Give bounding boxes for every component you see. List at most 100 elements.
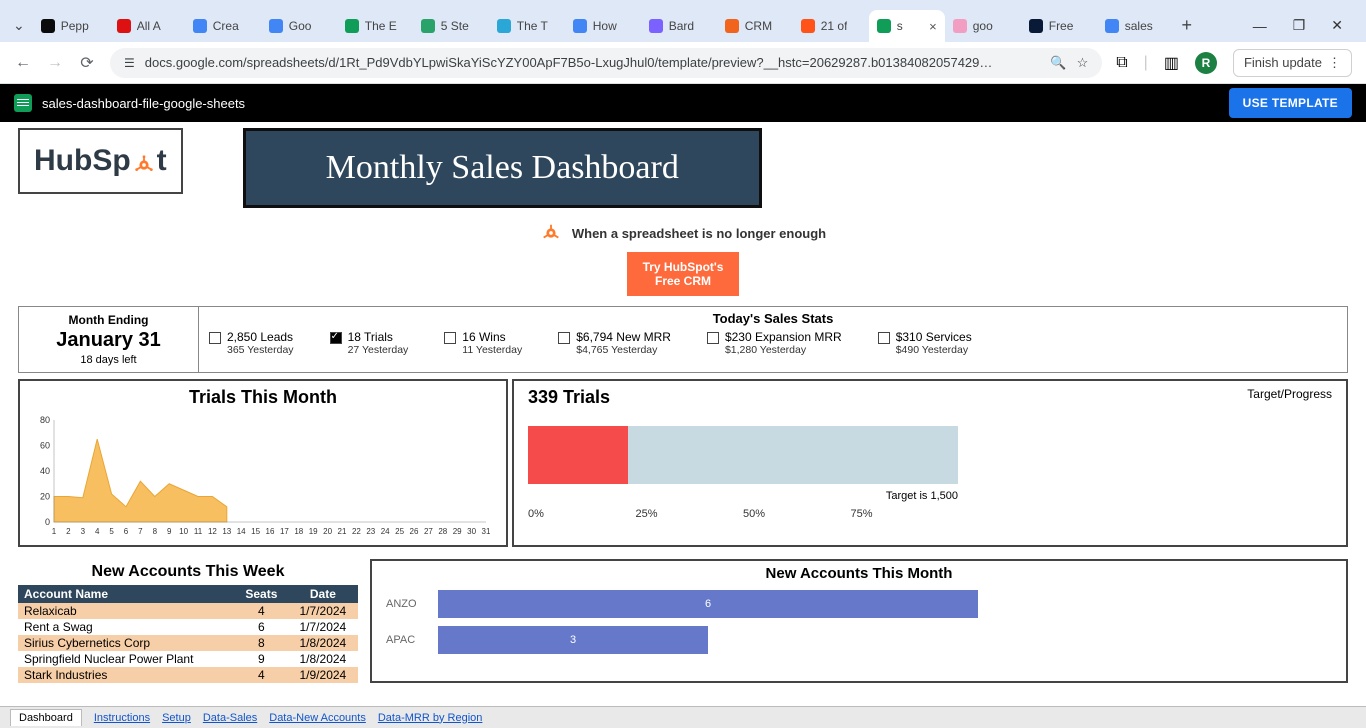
checkbox-icon[interactable]: [330, 332, 342, 344]
svg-text:6: 6: [124, 527, 129, 536]
reload-icon[interactable]: ⟳: [78, 53, 96, 73]
svg-text:4: 4: [95, 527, 100, 536]
dashboard-banner: Monthly Sales Dashboard: [243, 128, 762, 208]
favicon-icon: [649, 19, 663, 33]
window-restore-icon[interactable]: ❐: [1293, 17, 1306, 34]
browser-tab[interactable]: All A: [109, 10, 185, 42]
profile-avatar[interactable]: R: [1195, 52, 1217, 74]
browser-tab[interactable]: Crea: [185, 10, 261, 42]
svg-text:40: 40: [40, 466, 50, 476]
table-row: Stark Industries41/9/2024: [18, 667, 358, 683]
sprocket-icon: [540, 222, 562, 244]
spreadsheet-viewport[interactable]: HubSpt Monthly Sales Dashboard When a sp…: [0, 122, 1366, 728]
progress-head: 339 Trials: [528, 387, 610, 408]
url-box[interactable]: ☰ docs.google.com/spreadsheets/d/1Rt_Pd9…: [110, 48, 1102, 78]
favicon-icon: [1105, 19, 1119, 33]
stats-row: Month Ending January 31 18 days left Tod…: [18, 306, 1348, 373]
finish-update-button[interactable]: Finish update ⋮: [1233, 49, 1352, 77]
browser-tab[interactable]: s×: [869, 10, 945, 42]
progress-tick: 50%: [743, 508, 851, 520]
hbar-row: ANZO6: [386, 590, 1332, 618]
tab-title: Bard: [669, 19, 694, 33]
month-sub: 18 days left: [27, 354, 190, 366]
zoom-icon[interactable]: 🔍: [1050, 55, 1066, 71]
browser-tab[interactable]: 5 Ste: [413, 10, 489, 42]
tagline-text: When a spreadsheet is no longer enough: [572, 226, 826, 241]
sheet-tab[interactable]: Data-MRR by Region: [378, 712, 483, 724]
site-info-icon[interactable]: ☰: [124, 56, 135, 70]
favicon-icon: [497, 19, 511, 33]
sheet-tab[interactable]: Setup: [162, 712, 191, 724]
forward-icon[interactable]: →: [46, 54, 64, 72]
stat-item: 2,850 Leads365 Yesterday: [209, 330, 294, 356]
table-cell: 4: [235, 667, 288, 683]
browser-tab[interactable]: goo: [945, 10, 1021, 42]
svg-text:10: 10: [179, 527, 188, 536]
svg-text:60: 60: [40, 441, 50, 451]
cta-line2: Free CRM: [655, 274, 711, 288]
window-close-icon[interactable]: ✕: [1331, 17, 1343, 34]
browser-tab[interactable]: 21 of: [793, 10, 869, 42]
progress-bar-fill: [528, 426, 628, 484]
sheet-tab[interactable]: Data-New Accounts: [269, 712, 366, 724]
sidepanel-icon[interactable]: ▥: [1164, 53, 1179, 73]
browser-tab[interactable]: CRM: [717, 10, 793, 42]
back-icon[interactable]: ←: [14, 54, 32, 72]
table-cell: Springfield Nuclear Power Plant: [18, 651, 235, 667]
tab-search[interactable]: ⌄: [5, 17, 33, 42]
browser-tab[interactable]: The E: [337, 10, 413, 42]
stat-item: $6,794 New MRR$4,765 Yesterday: [558, 330, 671, 356]
svg-text:19: 19: [309, 527, 318, 536]
chevron-down-icon: ⌄: [13, 17, 25, 34]
stat-main: 2,850 Leads: [227, 330, 294, 344]
sprocket-icon: [133, 150, 155, 172]
tab-title: Pepp: [61, 19, 89, 33]
extensions-icon[interactable]: ⧉: [1116, 54, 1127, 72]
favicon-icon: [877, 19, 891, 33]
hbar-label: APAC: [386, 634, 428, 646]
use-template-button[interactable]: USE TEMPLATE: [1229, 88, 1352, 118]
browser-tab[interactable]: How: [565, 10, 641, 42]
sheet-tab[interactable]: Dashboard: [10, 709, 82, 726]
url-text: docs.google.com/spreadsheets/d/1Rt_Pd9Vd…: [145, 55, 1041, 70]
browser-tab[interactable]: Bard: [641, 10, 717, 42]
table-cell: Stark Industries: [18, 667, 235, 683]
svg-text:0: 0: [45, 517, 50, 527]
svg-text:26: 26: [410, 527, 419, 536]
checkbox-icon[interactable]: [558, 332, 570, 344]
browser-tab[interactable]: Free: [1021, 10, 1097, 42]
window-minimize-icon[interactable]: —: [1253, 18, 1267, 34]
checkbox-icon[interactable]: [878, 332, 890, 344]
favicon-icon: [801, 19, 815, 33]
progress-tick: 0%: [528, 508, 636, 520]
checkbox-icon[interactable]: [444, 332, 456, 344]
sheet-tab[interactable]: Instructions: [94, 712, 150, 724]
new-tab-button[interactable]: +: [1173, 15, 1201, 42]
stats-title: Today's Sales Stats: [209, 311, 1337, 326]
stat-sub: $4,765 Yesterday: [576, 344, 671, 356]
trials-chart-panel: Trials This Month 0204060801234567891011…: [18, 379, 508, 547]
tab-title: sales: [1125, 19, 1153, 33]
cta-button[interactable]: Try HubSpot's Free CRM: [627, 252, 740, 296]
browser-tab[interactable]: sales: [1097, 10, 1173, 42]
table-header: Seats: [235, 585, 288, 603]
close-icon[interactable]: ×: [929, 19, 937, 34]
tab-title: Free: [1049, 19, 1074, 33]
stat-sub: 11 Yesterday: [462, 344, 522, 356]
sheet-tab[interactable]: Data-Sales: [203, 712, 257, 724]
checkbox-icon[interactable]: [707, 332, 719, 344]
checkbox-icon[interactable]: [209, 332, 221, 344]
bookmark-icon[interactable]: ☆: [1077, 55, 1089, 71]
browser-tab[interactable]: Goo: [261, 10, 337, 42]
browser-tab[interactable]: The T: [489, 10, 565, 42]
browser-tab[interactable]: Pepp: [33, 10, 109, 42]
svg-text:2: 2: [66, 527, 71, 536]
stat-sub: 365 Yesterday: [227, 344, 294, 356]
accounts-month-panel: New Accounts This Month ANZO6APAC3: [370, 559, 1348, 683]
svg-text:30: 30: [467, 527, 476, 536]
svg-text:18: 18: [294, 527, 303, 536]
svg-text:23: 23: [366, 527, 375, 536]
svg-text:31: 31: [482, 527, 490, 536]
tab-title: 21 of: [821, 19, 848, 33]
address-bar: ← → ⟳ ☰ docs.google.com/spreadsheets/d/1…: [0, 42, 1366, 84]
